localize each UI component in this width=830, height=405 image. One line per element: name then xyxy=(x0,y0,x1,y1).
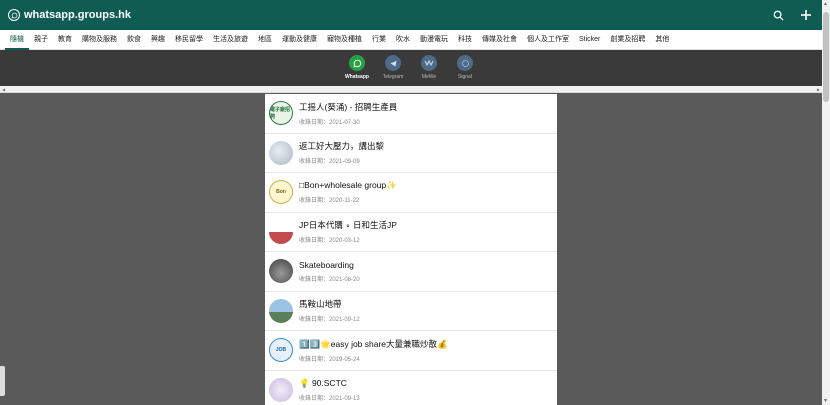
category-tab[interactable]: 科技 xyxy=(453,30,477,50)
brand-name: whatsapp.groups.hk xyxy=(24,9,131,21)
vertical-scrollbar[interactable]: ▲ ▼ xyxy=(822,0,830,405)
category-tab[interactable]: 傳媒及社會 xyxy=(477,30,522,50)
category-tab[interactable]: 移民留學 xyxy=(170,30,208,50)
platform-telegram[interactable]: Telegram xyxy=(380,55,406,80)
category-tab[interactable]: 寵物及種植 xyxy=(322,30,367,50)
group-avatar: 電子廠招聘 xyxy=(269,101,293,126)
category-tab[interactable]: 行業 xyxy=(367,30,391,50)
category-tab[interactable]: 創業及招聘 xyxy=(605,30,650,50)
list-item[interactable]: 💡 90.SCTC 收錄日期：2021-09-13 xyxy=(265,371,557,405)
list-item[interactable]: 返工好大壓力，講出黎 收錄日期：2021-09-09 xyxy=(265,134,557,173)
mewe-icon xyxy=(421,55,437,71)
category-nav: 隨機 親子 教育 購物及服務 飲食 興趣 移民留學 生活及旅遊 地區 運動及健康… xyxy=(0,30,822,50)
brand[interactable]: whatsapp.groups.hk xyxy=(8,9,131,21)
category-tab[interactable]: 親子 xyxy=(29,30,53,50)
list-item[interactable]: Skateboarding 收錄日期：2021-08-20 xyxy=(265,252,557,292)
whatsapp-icon xyxy=(349,55,365,71)
category-tab[interactable]: 生活及旅遊 xyxy=(208,30,253,50)
platform-label: MeWe xyxy=(421,74,437,80)
platform-whatsapp[interactable]: Whatsapp xyxy=(344,55,370,80)
scroll-up-arrow-icon[interactable]: ▲ xyxy=(823,1,828,7)
category-tab[interactable]: Sticker xyxy=(574,30,605,50)
scrollbar-thumb[interactable] xyxy=(823,12,829,102)
group-title: 返工好大壓力，講出黎 xyxy=(299,141,385,152)
category-tab[interactable]: 教育 xyxy=(53,30,77,50)
add-icon[interactable] xyxy=(798,7,814,23)
group-avatar xyxy=(269,377,293,402)
search-icon[interactable] xyxy=(770,7,786,23)
whatsapp-logo-icon xyxy=(8,9,20,21)
category-tab[interactable]: 運動及健康 xyxy=(277,30,322,50)
group-avatar xyxy=(269,140,293,165)
group-date: 收錄日期：2021-09-09 xyxy=(299,159,360,166)
group-date: 收錄日期：2021-09-12 xyxy=(299,317,360,324)
category-tab[interactable]: 動漫電玩 xyxy=(415,30,453,50)
group-title: 1️⃣3️⃣🌟easy job share大量兼職炒散💰 xyxy=(299,338,448,349)
top-bar: whatsapp.groups.hk xyxy=(0,0,822,30)
group-date: 收錄日期：2021-07-30 xyxy=(299,119,360,126)
telegram-icon xyxy=(385,55,401,71)
list-item[interactable]: 馬鞍山地帶 收錄日期：2021-09-12 xyxy=(265,292,557,331)
scroll-left-arrow-icon[interactable]: ◀ xyxy=(2,87,5,92)
category-tab[interactable]: 吹水 xyxy=(391,30,415,50)
platform-label: Signal xyxy=(458,74,472,80)
category-tab[interactable]: 其他 xyxy=(650,30,674,50)
category-tab[interactable]: 地區 xyxy=(253,30,277,50)
group-date: 收錄日期：2020-03-12 xyxy=(299,238,360,245)
group-title: Skateboarding xyxy=(299,259,354,270)
group-list: 電子廠招聘 工摇人(葵涌) - 招聘生產員 收錄日期：2021-07-30 返工… xyxy=(265,94,557,405)
platform-mewe[interactable]: MeWe xyxy=(416,55,442,80)
list-item[interactable]: Bon □Bon+wholesale group✨ 收錄日期：2020-11-2… xyxy=(265,173,557,213)
group-avatar xyxy=(269,298,293,323)
category-tab[interactable]: 購物及服務 xyxy=(77,30,122,50)
group-avatar xyxy=(269,219,293,244)
group-title: 💡 90.SCTC xyxy=(299,377,347,388)
category-tab[interactable]: 個人及工作室 xyxy=(522,30,574,50)
group-date: 收錄日期：2019-05-24 xyxy=(299,356,360,363)
list-item[interactable]: 電子廠招聘 工摇人(葵涌) - 招聘生產員 收錄日期：2021-07-30 xyxy=(265,94,557,134)
scroll-right-arrow-icon[interactable]: ▶ xyxy=(817,87,820,92)
platform-signal[interactable]: Signal xyxy=(452,55,478,80)
group-date: 收錄日期：2020-11-22 xyxy=(299,198,360,205)
group-avatar: Bon xyxy=(269,180,293,205)
list-item[interactable]: JP日本代購 ∘ 日和生活JP 收錄日期：2020-03-12 xyxy=(265,213,557,252)
group-date: 收錄日期：2021-09-13 xyxy=(299,395,360,402)
scroll-down-arrow-icon[interactable]: ▼ xyxy=(823,398,828,404)
group-avatar xyxy=(269,259,293,284)
platform-label: Whatsapp xyxy=(345,74,369,80)
group-avatar: JOB xyxy=(269,338,293,363)
list-item[interactable]: JOB 1️⃣3️⃣🌟easy job share大量兼職炒散💰 收錄日期：20… xyxy=(265,331,557,371)
category-tab[interactable]: 隨機 xyxy=(5,30,29,50)
category-tab[interactable]: 興趣 xyxy=(146,30,170,50)
platform-selector: Whatsapp Telegram MeWe Signal xyxy=(0,50,822,86)
platform-label: Telegram xyxy=(382,74,404,80)
horizontal-scrollbar[interactable]: ◀ ▶ xyxy=(0,86,822,93)
side-handle[interactable] xyxy=(0,366,5,396)
signal-icon xyxy=(457,55,473,71)
category-tab[interactable]: 飲食 xyxy=(122,30,146,50)
group-title: 工摇人(葵涌) - 招聘生產員 xyxy=(299,101,398,112)
group-title: JP日本代購 ∘ 日和生活JP xyxy=(299,220,397,231)
group-date: 收錄日期：2021-08-20 xyxy=(299,276,360,283)
group-title: □Bon+wholesale group✨ xyxy=(299,180,397,191)
group-title: 馬鞍山地帶 xyxy=(299,299,342,310)
